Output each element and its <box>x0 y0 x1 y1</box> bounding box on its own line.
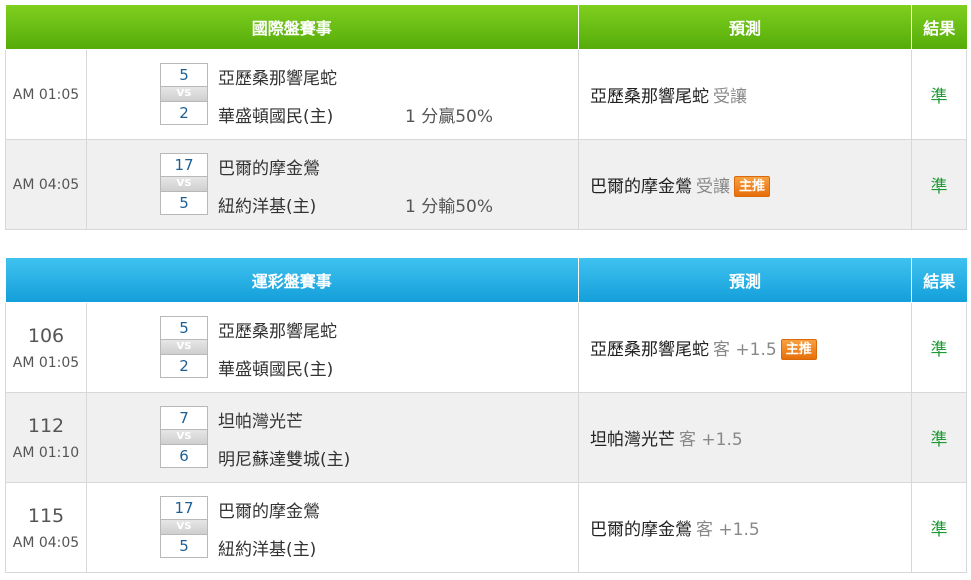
prediction-cell: 坦帕灣光芒客 +1.5 <box>578 392 913 483</box>
result-header: 結果 <box>911 258 967 303</box>
away-team: 巴爾的摩金鶯 <box>218 502 320 522</box>
home-team: 紐約洋基(主) <box>218 540 317 560</box>
match-time: AM 04:05 <box>12 534 80 551</box>
handicap-result: 1 分贏50% <box>405 107 494 127</box>
featured-pick-badge: 主推 <box>734 176 771 197</box>
away-score: 7 <box>160 406 208 430</box>
vs-label: VS <box>160 340 208 354</box>
prediction-team: 亞歷桑那響尾蛇 <box>590 87 710 107</box>
away-score: 17 <box>160 496 208 520</box>
match-number: 115 <box>27 504 65 527</box>
away-team: 亞歷桑那響尾蛇 <box>218 322 337 342</box>
result-cell: 準 <box>911 302 968 393</box>
international-title: 國際盤賽事 <box>5 5 580 50</box>
international-table: 國際盤賽事 預測 結果 AM 01:05 5 VS 2 亞歷桑那響尾蛇 華盛頓國… <box>5 5 968 230</box>
home-team: 明尼蘇達雙城(主) <box>218 450 351 470</box>
away-score: 5 <box>160 63 208 87</box>
scoreboard: 7 VS 6 <box>160 406 208 468</box>
prediction-cell: 巴爾的摩金鶯客 +1.5 <box>578 482 913 573</box>
match-cell: 17 VS 5 巴爾的摩金鶯 紐約洋基(主) 1 分輸50% <box>85 139 580 230</box>
vs-label: VS <box>160 87 208 101</box>
vs-label: VS <box>160 430 208 444</box>
result-header: 結果 <box>911 5 967 50</box>
home-team: 紐約洋基(主) <box>218 197 317 217</box>
away-team: 巴爾的摩金鶯 <box>218 159 320 179</box>
result-cell: 準 <box>911 139 968 230</box>
handicap-result: 1 分輸50% <box>405 197 494 217</box>
prediction-side: 客 +1.5 <box>696 520 760 540</box>
home-score: 6 <box>160 444 208 468</box>
table-row: 106 AM 01:05 5 VS 2 亞歷桑那響尾蛇 華盛頓國民(主) 亞歷桑… <box>5 302 968 393</box>
table-row: AM 04:05 17 VS 5 巴爾的摩金鶯 紐約洋基(主) 1 分輸50% … <box>5 139 968 230</box>
lottery-header-row: 運彩盤賽事 預測 結果 <box>5 258 967 303</box>
result-cell: 準 <box>911 49 968 140</box>
match-cell: 5 VS 2 亞歷桑那響尾蛇 華盛頓國民(主) 1 分贏50% <box>85 49 580 140</box>
match-cell: 7 VS 6 坦帕灣光芒 明尼蘇達雙城(主) <box>85 392 580 483</box>
prediction-side: 客 +1.5 <box>679 430 743 450</box>
away-score: 17 <box>160 153 208 177</box>
home-team: 華盛頓國民(主) <box>218 360 334 380</box>
prediction-team: 巴爾的摩金鶯 <box>590 177 693 197</box>
table-row: 115 AM 04:05 17 VS 5 巴爾的摩金鶯 紐約洋基(主) 巴爾的摩… <box>5 482 968 573</box>
prediction-header: 預測 <box>578 5 913 50</box>
international-header-row: 國際盤賽事 預測 結果 <box>5 5 967 50</box>
prediction-side: 受讓 <box>713 87 748 107</box>
scoreboard: 5 VS 2 <box>160 63 208 125</box>
prediction-team: 巴爾的摩金鶯 <box>590 520 693 540</box>
prediction-cell: 巴爾的摩金鶯 受讓 主推 <box>578 139 913 230</box>
match-time: AM 01:10 <box>12 444 80 461</box>
home-score: 5 <box>160 534 208 558</box>
match-number: 112 <box>27 414 65 437</box>
time-cell: AM 04:05 <box>5 139 87 230</box>
vs-label: VS <box>160 520 208 534</box>
lottery-table: 運彩盤賽事 預測 結果 106 AM 01:05 5 VS 2 亞歷桑那響尾蛇 … <box>5 258 968 573</box>
prediction-header: 預測 <box>578 258 913 303</box>
away-team: 亞歷桑那響尾蛇 <box>218 69 337 89</box>
match-cell: 17 VS 5 巴爾的摩金鶯 紐約洋基(主) <box>85 482 580 573</box>
prediction-cell: 亞歷桑那響尾蛇 受讓 <box>578 49 913 140</box>
prediction-team: 亞歷桑那響尾蛇 <box>590 340 710 360</box>
prediction-cell: 亞歷桑那響尾蛇客 +1.5 主推 <box>578 302 913 393</box>
table-row: AM 01:05 5 VS 2 亞歷桑那響尾蛇 華盛頓國民(主) 1 分贏50%… <box>5 49 968 140</box>
scoreboard: 17 VS 5 <box>160 496 208 558</box>
featured-pick-badge: 主推 <box>780 339 817 360</box>
home-score: 5 <box>160 191 208 215</box>
result-cell: 準 <box>911 482 968 573</box>
match-time: AM 01:05 <box>12 354 80 371</box>
match-number: 106 <box>27 324 65 347</box>
scoreboard: 5 VS 2 <box>160 316 208 378</box>
time-cell: AM 01:05 <box>5 49 87 140</box>
prediction-team: 坦帕灣光芒 <box>590 430 676 450</box>
away-score: 5 <box>160 316 208 340</box>
home-score: 2 <box>160 101 208 125</box>
match-time: AM 04:05 <box>12 176 80 193</box>
away-team: 坦帕灣光芒 <box>218 412 303 432</box>
lottery-title: 運彩盤賽事 <box>5 258 580 303</box>
home-score: 2 <box>160 354 208 378</box>
time-cell: 112 AM 01:10 <box>5 392 87 483</box>
time-cell: 115 AM 04:05 <box>5 482 87 573</box>
prediction-side: 客 +1.5 <box>713 340 777 360</box>
home-team: 華盛頓國民(主) <box>218 107 334 127</box>
scoreboard: 17 VS 5 <box>160 153 208 215</box>
prediction-side: 受讓 <box>696 177 731 197</box>
time-cell: 106 AM 01:05 <box>5 302 87 393</box>
vs-label: VS <box>160 177 208 191</box>
match-cell: 5 VS 2 亞歷桑那響尾蛇 華盛頓國民(主) <box>85 302 580 393</box>
table-row: 112 AM 01:10 7 VS 6 坦帕灣光芒 明尼蘇達雙城(主) 坦帕灣光… <box>5 392 968 483</box>
match-time: AM 01:05 <box>12 86 80 103</box>
result-cell: 準 <box>911 392 968 483</box>
